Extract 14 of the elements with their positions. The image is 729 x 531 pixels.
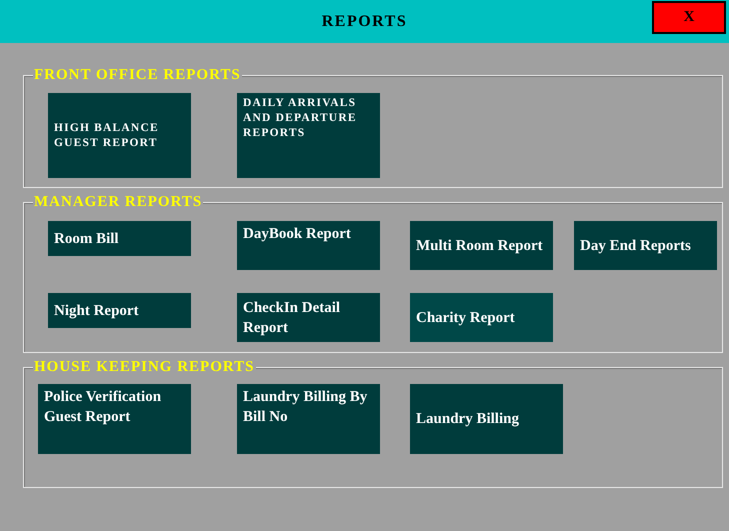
report-button[interactable]: Charity Report: [410, 293, 553, 342]
report-button[interactable]: CheckIn Detail Report: [237, 293, 380, 342]
report-button[interactable]: DAILY ARRIVALS AND DEPARTURE REPORTS: [237, 93, 380, 178]
report-button[interactable]: DayBook Report: [237, 221, 380, 270]
report-button[interactable]: Police Verification Guest Report: [38, 384, 191, 454]
report-button[interactable]: Day End Reports: [574, 221, 717, 270]
close-button[interactable]: X: [652, 1, 726, 34]
report-button[interactable]: Room Bill: [48, 221, 191, 256]
report-button[interactable]: Laundry Billing: [410, 384, 563, 454]
report-button[interactable]: Night Report: [48, 293, 191, 328]
window-title: REPORTS: [322, 12, 408, 30]
report-button[interactable]: Multi Room Report: [410, 221, 553, 270]
report-button[interactable]: HIGH BALANCE GUEST REPORT: [48, 93, 191, 178]
report-button[interactable]: Laundry Billing By Bill No: [237, 384, 380, 454]
